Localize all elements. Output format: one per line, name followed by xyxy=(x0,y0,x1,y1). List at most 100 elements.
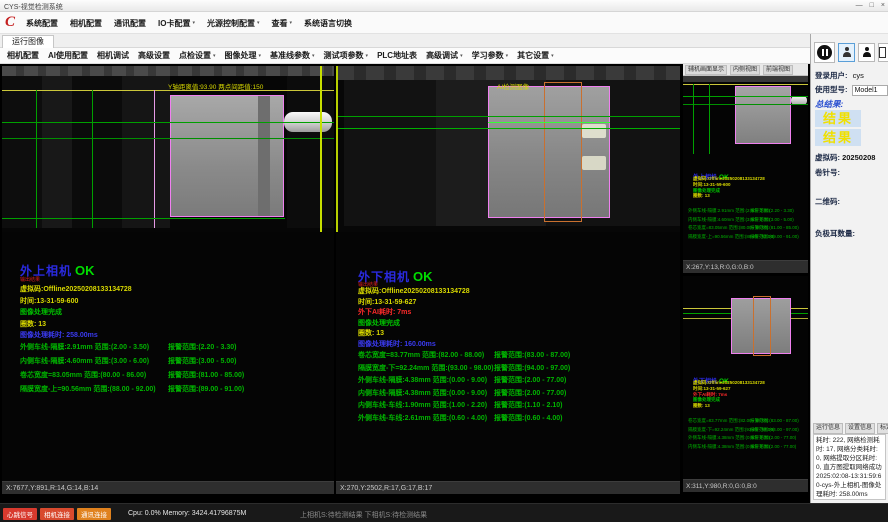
measurement-row: 外侧车线-隔膜:2.91mm 范围:(2.00 - 3.50) 报警范围:(2.2… xyxy=(20,342,330,356)
result-badge-1: 结果 xyxy=(815,110,861,127)
status-badge: 相机连接 xyxy=(40,508,74,520)
alarm-range: 报警范围:(81.00 - 85.00) xyxy=(750,225,799,231)
menu-item-5[interactable]: 光源控制配置▾ xyxy=(207,18,260,29)
pause-button[interactable] xyxy=(814,42,835,63)
overlay-info-line: 虚拟码:Offline20250208133134728 xyxy=(693,380,765,386)
chevron-down-icon: ▾ xyxy=(289,20,292,26)
guide-line xyxy=(693,84,694,154)
measurement-value: 外侧车线-隔膜:4.38mm 范围:(0.00 - 9.00) xyxy=(358,375,487,385)
measure-line xyxy=(336,128,680,129)
toolbar-item-label: 相机调试 xyxy=(97,50,129,61)
close-button[interactable]: × xyxy=(881,1,885,11)
menu-item-label: 相机配置 xyxy=(70,18,102,29)
panel-divider-line xyxy=(336,66,338,232)
user-button[interactable] xyxy=(838,43,855,62)
chevron-down-icon: ▾ xyxy=(366,53,369,59)
toolbar-item-4[interactable]: 高级设置 xyxy=(138,50,170,61)
chevron-down-icon: ▾ xyxy=(259,53,262,59)
exit-icon xyxy=(879,47,886,58)
toolbar-item-label: 学习参数 xyxy=(472,50,504,61)
exit-button[interactable]: → xyxy=(878,43,888,62)
measurement-value: 外侧车线-隔膜:2.91mm 范围:(2.00 - 3.50) xyxy=(20,342,149,352)
log-tab-1[interactable]: 运行信息 xyxy=(813,423,843,434)
toolbar-item-12[interactable]: 其它设置▾ xyxy=(517,50,554,61)
minimize-button[interactable]: — xyxy=(856,1,863,11)
log-tab-3[interactable]: 标定信息 xyxy=(877,423,888,434)
toolbar-item-11[interactable]: 学习参数▾ xyxy=(472,50,509,61)
qr-code-label: 二维码: xyxy=(815,196,840,207)
alarm-range: 报警范围:(2.20 - 3.30) xyxy=(750,208,794,214)
toolbar-item-3[interactable]: 相机调试 xyxy=(97,50,129,61)
measurement-row: 卷芯宽度=83.77mm 范围:(82.00 - 88.00)报警范围:(83.… xyxy=(688,418,806,427)
cpu-memory-text: Cpu: 0.0% Memory: 3424.41796875M xyxy=(128,510,246,517)
maximize-button[interactable]: □ xyxy=(870,1,874,11)
machine-beam xyxy=(683,76,808,82)
toolbar-item-2[interactable]: AI使用配置 xyxy=(48,50,88,61)
measurement-row: 外侧车线-隔膜:4.38mm 范围:(0.00 - 9.00)报警范围:(2.0… xyxy=(688,435,806,444)
machine-background xyxy=(2,76,170,228)
measurement-row: 隔膜宽度-下=92.24mm 范围:(93.00 - 98.00)报警范围:(9… xyxy=(358,363,676,376)
measurement-row: 外侧车线-隔膜:2.91mm 范围:(2.00 - 3.50)报警范围:(2.2… xyxy=(688,208,806,217)
aux-bottom-camera-view[interactable]: 外下相机OK 虚拟码:Offline20250208133134728时间:13… xyxy=(683,276,808,492)
overlay-info-line: 外下AI耗时: 7ms xyxy=(358,308,470,319)
operator-button[interactable] xyxy=(858,43,875,62)
tab-highlight xyxy=(582,156,606,170)
camera-status: OK xyxy=(75,263,95,278)
alarm-range: 报警范围:(2.20 - 3.30) xyxy=(168,342,236,352)
virtual-code-value: 20250208 xyxy=(842,153,875,162)
overlay-info-line: 圈数: 13 xyxy=(693,193,765,199)
menu-item-7[interactable]: 系统语言切换 xyxy=(304,18,352,29)
toolbar-item-8[interactable]: 测试项参数▾ xyxy=(324,50,369,61)
toolbar-item-label: 图像处理 xyxy=(225,50,257,61)
aux-top-caption: X:267,Y:13,R:0,G:0,B:0 xyxy=(683,260,808,273)
left-camera-view[interactable]: Y轴距离值:93.90 两点间距值:150 外上相机OK 输出结果 虚拟码:Of… xyxy=(2,66,334,494)
menu-item-6[interactable]: 查看▾ xyxy=(271,18,292,29)
login-user-row: 登录用户: cys xyxy=(815,70,864,81)
tab-run-image[interactable]: 运行图像 xyxy=(2,35,54,48)
toolbar-item-6[interactable]: 图像处理▾ xyxy=(225,50,262,61)
right-sidebar: → 登录用户: cys 使用型号: Model1 总结果: 结果 结果 虚拟码:… xyxy=(810,34,888,503)
model-label: 使用型号: xyxy=(815,85,848,94)
aux-tab-2[interactable]: 内侧视图 xyxy=(730,65,760,75)
menu-item-2[interactable]: 相机配置 xyxy=(70,18,102,29)
measurement-row: 内侧车线-车线:1.90mm 范围:(1.00 - 2.20)报警范围:(1.1… xyxy=(358,400,676,413)
middle-camera-image: AI检测图像 xyxy=(336,66,680,232)
chevron-down-icon: ▾ xyxy=(213,53,216,59)
overlay-info-line: 虚拟码:Offline20250208133134728 xyxy=(693,176,765,182)
aux-header-tabs: 辅机画面显示内侧视图前端视图 xyxy=(683,64,808,76)
toolbar-item-1[interactable]: 相机配置 xyxy=(7,50,39,61)
overlay-info-line: 时间:13-31-59-627 xyxy=(358,298,470,309)
menu-item-label: 通讯配置 xyxy=(114,18,146,29)
aux-tab-3[interactable]: 前端视图 xyxy=(763,65,793,75)
aux-top-camera-view[interactable]: 外上相机OK 虚拟码:Offline20250208133134728时间:13… xyxy=(683,76,808,273)
measurement-value: 内侧车线-隔膜:4.60mm 范围:(3.00 - 6.00) xyxy=(20,356,149,366)
measurement-value: 隔膜宽度-上=90.56mm 范围:(88.00 - 92.00) xyxy=(20,384,156,394)
aux-tab-1[interactable]: 辅机画面显示 xyxy=(685,65,727,75)
main-area: Y轴距离值:93.90 两点间距值:150 外上相机OK 输出结果 虚拟码:Of… xyxy=(0,64,810,504)
log-tab-2[interactable]: 设置信息 xyxy=(845,423,875,434)
overlay-info-line: 图像处理耗时: 258.00ms xyxy=(20,330,132,342)
alarm-range: 报警范围:(89.00 - 91.00) xyxy=(750,234,799,240)
toolbar-item-label: AI使用配置 xyxy=(48,50,88,61)
pin-number-label: 卷针号: xyxy=(815,167,840,178)
menu-item-3[interactable]: 通讯配置 xyxy=(114,18,146,29)
model-select[interactable]: Model1 xyxy=(852,85,888,96)
result-badge-2: 结果 xyxy=(815,129,861,146)
toolbar-item-5[interactable]: 点检设置▾ xyxy=(179,50,216,61)
menu-item-label: 系统配置 xyxy=(26,18,58,29)
toolbar-item-7[interactable]: 基准线参数▾ xyxy=(270,50,315,61)
measurement-row: 内侧车线-隔膜:4.38mm 范围:(0.00 - 9.00)报警范围:(2.0… xyxy=(688,444,806,453)
toolbar-item-10[interactable]: 高级调试▾ xyxy=(426,50,463,61)
app-logo-icon: C xyxy=(5,14,15,31)
toolbar-item-9[interactable]: PLC地址表 xyxy=(377,50,417,61)
middle-camera-view[interactable]: AI检测图像 外下相机OK 输出结果 虚拟码:Offline2025020813… xyxy=(336,66,680,494)
menu-item-1[interactable]: 系统配置 xyxy=(26,18,58,29)
measurement-value: 外侧车线-车线:2.61mm 范围:(0.60 - 4.00) xyxy=(358,413,487,423)
measurement-row: 隔膜宽度-下=92.24mm 范围:(93.00 - 98.00)报警范围:(9… xyxy=(688,427,806,436)
chevron-down-icon: ▾ xyxy=(257,20,260,26)
status-badge: 心跳信号 xyxy=(3,508,37,520)
menu-item-4[interactable]: IO卡配置▾ xyxy=(158,18,195,29)
window-controls: — □ × xyxy=(856,1,885,11)
camera-sub-label: 输出结果 xyxy=(20,276,40,283)
log-text[interactable]: 耗时: 222, 网络检测耗时: 17, 网络分类耗时: 0, 网络提取分区耗时… xyxy=(813,434,886,500)
